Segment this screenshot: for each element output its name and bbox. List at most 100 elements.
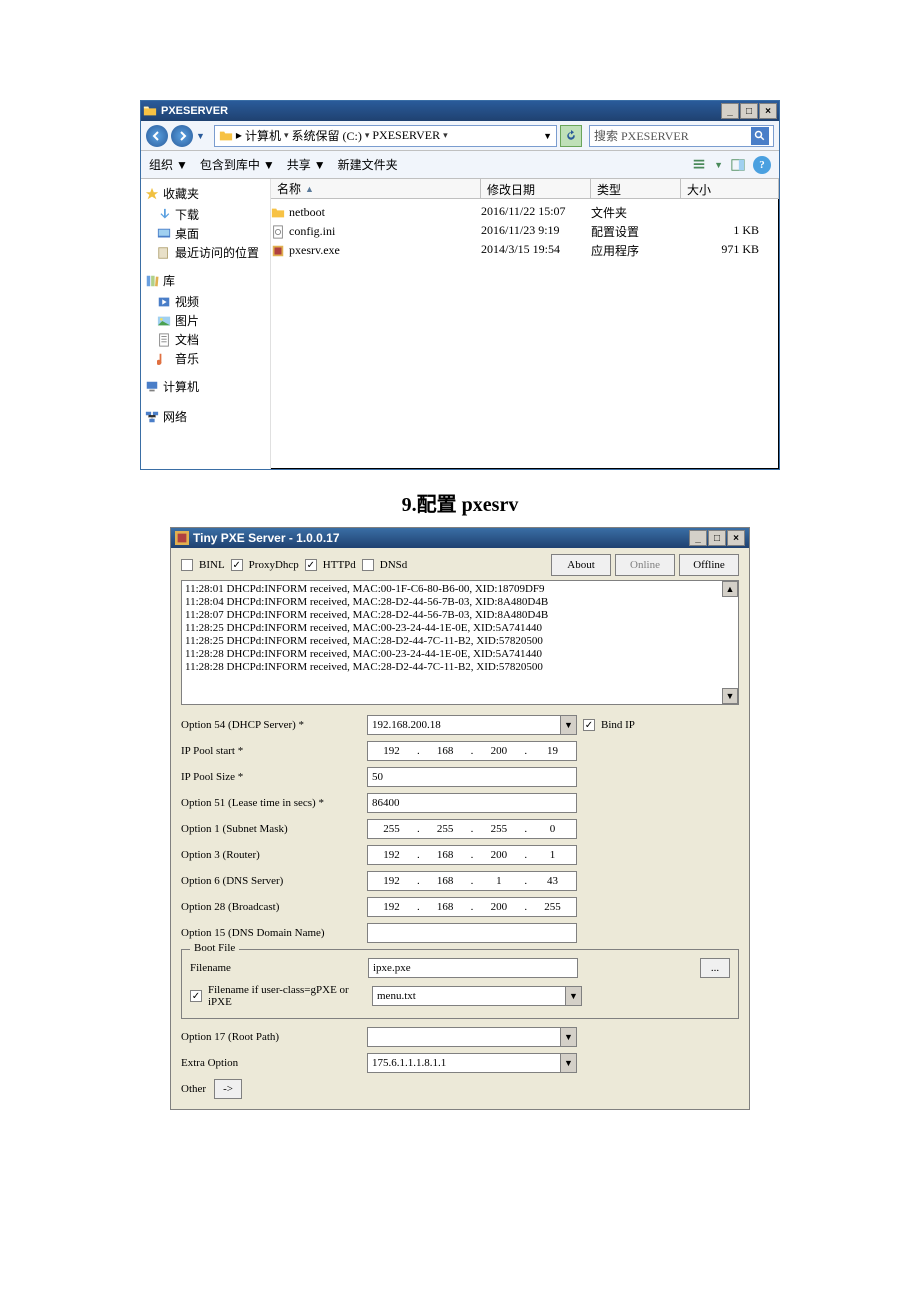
- opt17-label: Option 17 (Root Path): [181, 1031, 361, 1043]
- col-name[interactable]: 名称 ▲: [271, 179, 481, 198]
- sidebar-item-videos[interactable]: 视频: [145, 292, 266, 311]
- poolsize-input[interactable]: [367, 767, 577, 787]
- favorites-header[interactable]: 收藏夹: [145, 185, 266, 202]
- log-box[interactable]: 11:28:01 DHCPd:INFORM received, MAC:00-1…: [181, 580, 739, 705]
- back-button[interactable]: [146, 125, 168, 147]
- log-line: 11:28:01 DHCPd:INFORM received, MAC:00-1…: [185, 583, 735, 596]
- music-icon: [157, 352, 171, 366]
- extra-label: Extra Option: [181, 1057, 361, 1069]
- log-line: 11:28:04 DHCPd:INFORM received, MAC:28-D…: [185, 596, 735, 609]
- rootpath-combo[interactable]: ▼: [367, 1027, 577, 1047]
- sidebar-item-pictures[interactable]: 图片: [145, 311, 266, 330]
- scroll-down-icon[interactable]: ▼: [722, 688, 738, 704]
- search-icon[interactable]: [751, 127, 769, 145]
- min-button[interactable]: _: [721, 103, 739, 119]
- library-icon: [145, 274, 159, 288]
- pxe-titlebar[interactable]: Tiny PXE Server - 1.0.0.17 _ □ ×: [171, 528, 749, 548]
- desktop-icon: [157, 227, 171, 241]
- chevron-down-icon[interactable]: ▼: [560, 1028, 576, 1046]
- refresh-button[interactable]: [560, 125, 582, 147]
- bindip-checkbox[interactable]: ✓: [583, 719, 595, 731]
- filename-input[interactable]: [368, 958, 578, 978]
- sidebar-item-computer[interactable]: 计算机: [145, 378, 266, 395]
- opt51-label: Option 51 (Lease time in secs) *: [181, 797, 361, 809]
- router-input[interactable]: 192.168.200.1: [367, 845, 577, 865]
- chevron-down-icon[interactable]: ▼: [565, 987, 581, 1005]
- broadcast-input[interactable]: 192.168.200.255: [367, 897, 577, 917]
- max-button[interactable]: □: [740, 103, 758, 119]
- opt28-label: Option 28 (Broadcast): [181, 901, 361, 913]
- about-button[interactable]: About: [551, 554, 611, 576]
- sidebar-item-network[interactable]: 网络: [145, 408, 266, 425]
- httpd-checkbox[interactable]: ✓: [305, 559, 317, 571]
- log-line: 11:28:28 DHCPd:INFORM received, MAC:00-2…: [185, 648, 735, 661]
- share-button[interactable]: 共享 ▼: [287, 156, 326, 173]
- libraries-header[interactable]: 库: [145, 272, 266, 289]
- pxe-title: Tiny PXE Server - 1.0.0.17: [193, 531, 340, 545]
- col-size[interactable]: 大小: [681, 179, 779, 198]
- scroll-up-icon[interactable]: ▲: [722, 581, 738, 597]
- newfolder-button[interactable]: 新建文件夹: [338, 156, 398, 173]
- file-list: 名称 ▲ 修改日期 类型 大小 netboot 2016/11/22 15:07…: [271, 179, 779, 469]
- other-label: Other: [181, 1083, 206, 1095]
- userclass-checkbox[interactable]: ✓: [190, 990, 202, 1002]
- chevron-down-icon[interactable]: ▼: [560, 716, 576, 734]
- proxydhcp-checkbox[interactable]: ✓: [231, 559, 243, 571]
- forward-button[interactable]: [171, 125, 193, 147]
- sidebar-item-documents[interactable]: 文档: [145, 330, 266, 349]
- poolstart-input[interactable]: 192.168.200.19: [367, 741, 577, 761]
- sidebar-item-music[interactable]: 音乐: [145, 349, 266, 368]
- file-row[interactable]: pxesrv.exe 2014/3/15 19:54 应用程序 971 KB: [271, 241, 779, 260]
- offline-button[interactable]: Offline: [679, 554, 739, 576]
- ini-icon: [271, 225, 285, 239]
- organize-button[interactable]: 组织 ▼: [149, 156, 188, 173]
- max-button[interactable]: □: [708, 530, 726, 546]
- dnsd-checkbox[interactable]: [362, 559, 374, 571]
- explorer-window: PXESERVER _ □ × ▼ ▸ 计算机 ▾ 系统保留 (C:) ▾ PX…: [140, 100, 780, 470]
- close-button[interactable]: ×: [759, 103, 777, 119]
- view-dropdown-icon[interactable]: ▼: [714, 160, 723, 170]
- help-icon[interactable]: ?: [753, 156, 771, 174]
- search-placeholder: 搜索 PXESERVER: [594, 127, 689, 144]
- dns-input[interactable]: 192.168.1.43: [367, 871, 577, 891]
- subnet-input[interactable]: 255.255.255.0: [367, 819, 577, 839]
- include-button[interactable]: 包含到库中 ▼: [200, 156, 275, 173]
- other-arrow-button[interactable]: ->: [214, 1079, 242, 1099]
- explorer-title: PXESERVER: [161, 105, 228, 117]
- browse-button[interactable]: ...: [700, 958, 730, 978]
- preview-pane-icon[interactable]: [729, 156, 747, 174]
- sidebar-item-downloads[interactable]: 下载: [145, 205, 266, 224]
- star-icon: [145, 187, 159, 201]
- log-line: 11:28:25 DHCPd:INFORM received, MAC:00-2…: [185, 622, 735, 635]
- sidebar-item-recent[interactable]: 最近访问的位置: [145, 243, 266, 262]
- crumb-folder[interactable]: PXESERVER: [372, 128, 440, 143]
- explorer-titlebar[interactable]: PXESERVER _ □ ×: [141, 101, 779, 121]
- view-icon[interactable]: [690, 156, 708, 174]
- recent-dropdown-icon[interactable]: ▼: [196, 131, 205, 141]
- dnsname-input[interactable]: [367, 923, 577, 943]
- min-button[interactable]: _: [689, 530, 707, 546]
- search-box[interactable]: 搜索 PXESERVER: [589, 125, 774, 147]
- sidebar-item-desktop[interactable]: 桌面: [145, 224, 266, 243]
- picture-icon: [157, 314, 171, 328]
- sort-asc-icon: ▲: [305, 184, 314, 194]
- close-button[interactable]: ×: [727, 530, 745, 546]
- col-type[interactable]: 类型: [591, 179, 681, 198]
- userclass-combo[interactable]: menu.txt▼: [372, 986, 582, 1006]
- crumb-drive[interactable]: 系统保留 (C:): [292, 127, 362, 144]
- opt1-label: Option 1 (Subnet Mask): [181, 823, 361, 835]
- bootfile-fieldset: Boot File Filename ... ✓ Filename if use…: [181, 949, 739, 1019]
- binl-checkbox[interactable]: [181, 559, 193, 571]
- lease-input[interactable]: [367, 793, 577, 813]
- crumb-computer[interactable]: 计算机: [245, 127, 281, 144]
- file-row[interactable]: netboot 2016/11/22 15:07 文件夹: [271, 203, 779, 222]
- dhcp-server-combo[interactable]: 192.168.200.18▼: [367, 715, 577, 735]
- extra-combo[interactable]: 175.6.1.1.1.8.1.1▼: [367, 1053, 577, 1073]
- exe-icon: [271, 244, 285, 258]
- col-date[interactable]: 修改日期: [481, 179, 591, 198]
- file-row[interactable]: config.ini 2016/11/23 9:19 配置设置 1 KB: [271, 222, 779, 241]
- chevron-down-icon[interactable]: ▼: [560, 1054, 576, 1072]
- address-bar[interactable]: ▸ 计算机 ▾ 系统保留 (C:) ▾ PXESERVER ▾ ▼: [214, 125, 557, 147]
- online-button[interactable]: Online: [615, 554, 675, 576]
- app-icon: [175, 531, 189, 545]
